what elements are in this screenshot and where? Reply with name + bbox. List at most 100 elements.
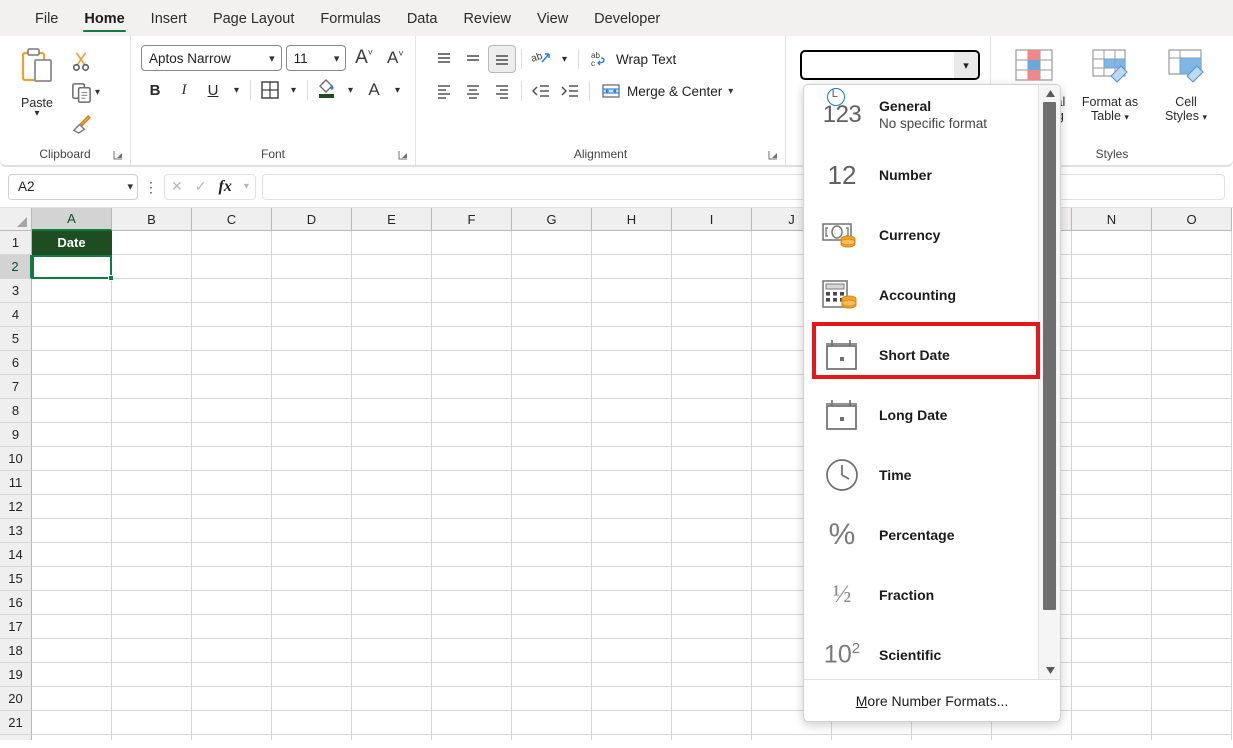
cell-C8[interactable] [192, 399, 272, 423]
row-header-6[interactable]: 6 [0, 351, 32, 375]
cell-O10[interactable] [1152, 447, 1232, 471]
fill-handle[interactable] [107, 274, 114, 281]
cell-N3[interactable] [1072, 279, 1152, 303]
cell-E7[interactable] [352, 375, 432, 399]
row-header-8[interactable]: 8 [0, 399, 32, 423]
cell-F15[interactable] [432, 567, 512, 591]
cell-A4[interactable] [32, 303, 112, 327]
cell-N4[interactable] [1072, 303, 1152, 327]
check-icon[interactable]: ✓ [195, 178, 207, 195]
cell-D2[interactable] [272, 255, 352, 279]
cell-G16[interactable] [512, 591, 592, 615]
cell-F10[interactable] [432, 447, 512, 471]
cell-E1[interactable] [352, 231, 432, 255]
cell-C13[interactable] [192, 519, 272, 543]
cell-A8[interactable] [32, 399, 112, 423]
cell-G4[interactable] [512, 303, 592, 327]
menu-item-short-date[interactable]: Short Date [804, 325, 1038, 385]
cell-B19[interactable] [112, 663, 192, 687]
cell-B2[interactable] [112, 255, 192, 279]
cell-A20[interactable] [32, 687, 112, 711]
row-header-13[interactable]: 13 [0, 519, 32, 543]
menu-item-percentage[interactable]: % Percentage [804, 505, 1038, 565]
cell-D15[interactable] [272, 567, 352, 591]
row-header-18[interactable]: 18 [0, 639, 32, 663]
font-color-chevron-down-icon[interactable]: ▾ [389, 76, 406, 104]
cell-A10[interactable] [32, 447, 112, 471]
tab-data[interactable]: Data [394, 7, 451, 36]
row-header-5[interactable]: 5 [0, 327, 32, 351]
cell-G11[interactable] [512, 471, 592, 495]
cell-F5[interactable] [432, 327, 512, 351]
formula-input[interactable] [262, 173, 1225, 200]
cell-D18[interactable] [272, 639, 352, 663]
cell-G3[interactable] [512, 279, 592, 303]
cell-O15[interactable] [1152, 567, 1232, 591]
cell-C6[interactable] [192, 351, 272, 375]
cell-E9[interactable] [352, 423, 432, 447]
cell-A16[interactable] [32, 591, 112, 615]
tab-view[interactable]: View [524, 7, 581, 36]
cell-N2[interactable] [1072, 255, 1152, 279]
cell-A5[interactable] [32, 327, 112, 351]
column-header-F[interactable]: F [432, 208, 512, 231]
cell-E15[interactable] [352, 567, 432, 591]
cell-G18[interactable] [512, 639, 592, 663]
cell-D3[interactable] [272, 279, 352, 303]
cell-D19[interactable] [272, 663, 352, 687]
cell-I3[interactable] [672, 279, 752, 303]
cell-D6[interactable] [272, 351, 352, 375]
decrease-font-size-button[interactable]: A˅ [382, 44, 409, 72]
cell-I22[interactable] [672, 735, 752, 740]
row-header-22[interactable]: 22 [0, 735, 32, 740]
cell-H14[interactable] [592, 543, 672, 567]
cell-O9[interactable] [1152, 423, 1232, 447]
column-header-E[interactable]: E [352, 208, 432, 231]
align-right-button[interactable] [488, 77, 516, 105]
cell-C20[interactable] [192, 687, 272, 711]
cell-E17[interactable] [352, 615, 432, 639]
cell-A9[interactable] [32, 423, 112, 447]
cell-O22[interactable] [1152, 735, 1232, 740]
tab-developer[interactable]: Developer [581, 7, 673, 36]
cell-E2[interactable] [352, 255, 432, 279]
cell-C10[interactable] [192, 447, 272, 471]
cell-O4[interactable] [1152, 303, 1232, 327]
cell-H5[interactable] [592, 327, 672, 351]
cell-F6[interactable] [432, 351, 512, 375]
row-header-7[interactable]: 7 [0, 375, 32, 399]
cell-B4[interactable] [112, 303, 192, 327]
cell-B15[interactable] [112, 567, 192, 591]
cell-D8[interactable] [272, 399, 352, 423]
cell-B5[interactable] [112, 327, 192, 351]
cell-H9[interactable] [592, 423, 672, 447]
decrease-indent-button[interactable] [527, 77, 555, 105]
cell-F17[interactable] [432, 615, 512, 639]
cell-B16[interactable] [112, 591, 192, 615]
cell-I12[interactable] [672, 495, 752, 519]
cell-A14[interactable] [32, 543, 112, 567]
cell-C11[interactable] [192, 471, 272, 495]
cell-H7[interactable] [592, 375, 672, 399]
cell-H21[interactable] [592, 711, 672, 735]
column-header-D[interactable]: D [272, 208, 352, 231]
cell-E13[interactable] [352, 519, 432, 543]
cell-D21[interactable] [272, 711, 352, 735]
cell-A13[interactable] [32, 519, 112, 543]
cell-O11[interactable] [1152, 471, 1232, 495]
cell-D12[interactable] [272, 495, 352, 519]
cell-A7[interactable] [32, 375, 112, 399]
cell-D14[interactable] [272, 543, 352, 567]
cell-B8[interactable] [112, 399, 192, 423]
row-header-15[interactable]: 15 [0, 567, 32, 591]
cell-A6[interactable] [32, 351, 112, 375]
cell-F3[interactable] [432, 279, 512, 303]
cell-F7[interactable] [432, 375, 512, 399]
chevron-down-icon[interactable]: ▾ [127, 180, 133, 193]
row-header-10[interactable]: 10 [0, 447, 32, 471]
column-header-A[interactable]: A [32, 208, 112, 231]
cell-H10[interactable] [592, 447, 672, 471]
cell-C1[interactable] [192, 231, 272, 255]
cell-D16[interactable] [272, 591, 352, 615]
cell-M22[interactable] [992, 735, 1072, 740]
